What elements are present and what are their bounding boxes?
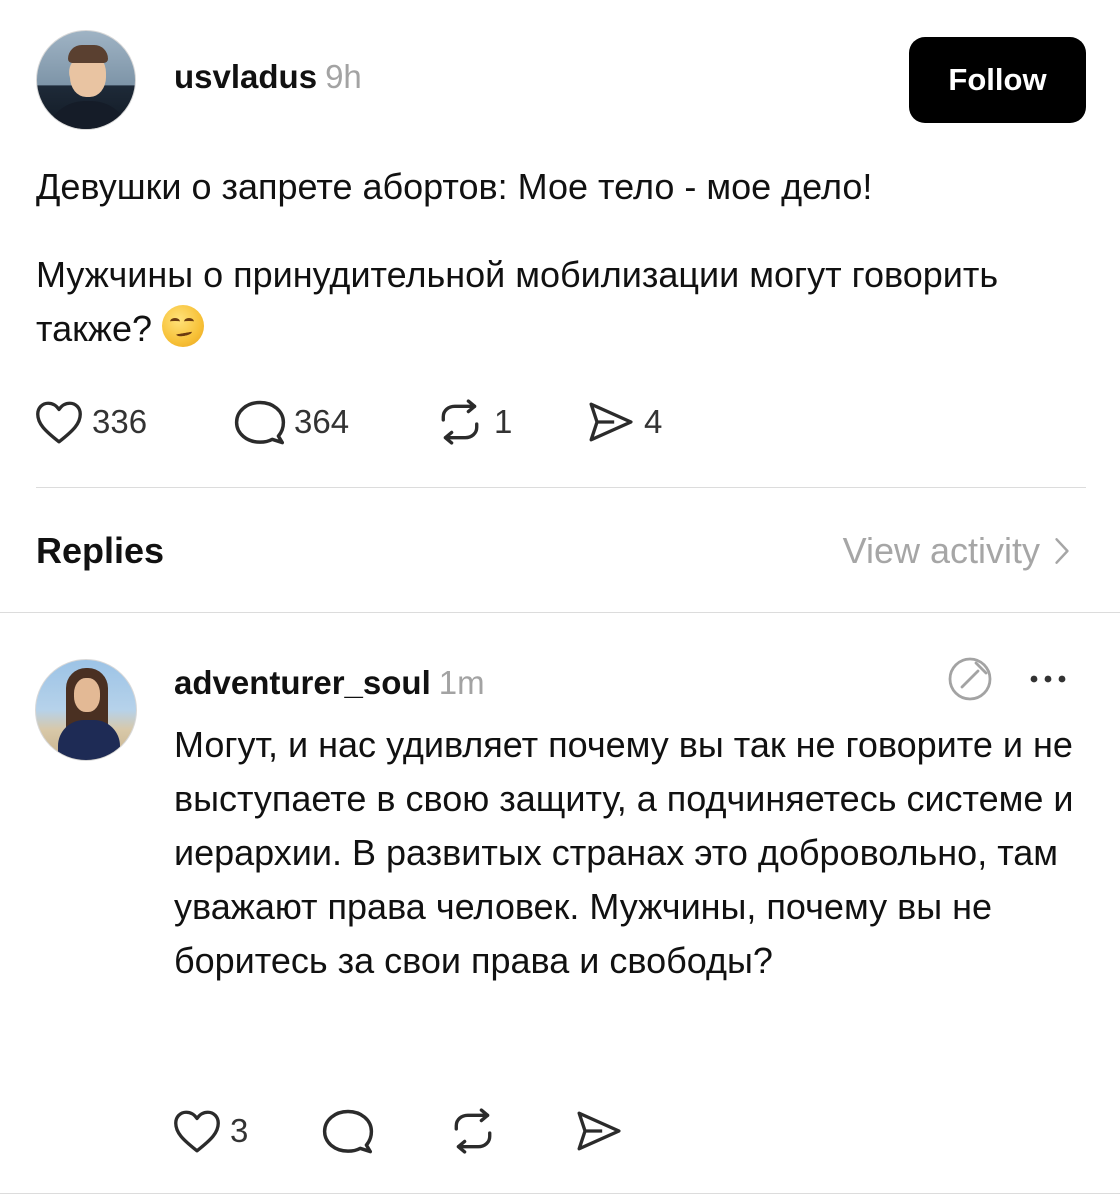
post-time: 9h — [325, 58, 362, 95]
thread-page: usvladus 9h Follow Девушки о запрете або… — [0, 0, 1120, 1200]
share-icon — [589, 402, 633, 442]
reply-username[interactable]: adventurer_soul — [174, 664, 431, 702]
follow-button[interactable]: Follow — [909, 37, 1086, 123]
repost-count: 1 — [494, 403, 513, 440]
comment-count: 364 — [294, 403, 350, 440]
view-activity-label: View activity — [842, 530, 1040, 571]
heart-icon — [36, 401, 82, 444]
reply-like-button[interactable]: 3 — [172, 1108, 322, 1154]
author-line: usvladus 9h — [174, 58, 362, 96]
avatar-body — [58, 720, 120, 760]
post-paragraph-2: Мужчины о принудительной мобилизации мог… — [36, 248, 1096, 356]
comment-icon — [234, 400, 286, 445]
more-icon[interactable] — [1028, 673, 1068, 685]
edit-icon[interactable] — [946, 655, 994, 703]
author-username[interactable]: usvladus — [174, 58, 317, 96]
avatar-face — [74, 678, 100, 712]
comment-button[interactable]: 364 — [234, 398, 434, 446]
reply-header-icons — [946, 655, 1068, 703]
reply-author-avatar[interactable] — [35, 659, 137, 761]
post-actions: 336 364 1 4 — [34, 398, 704, 446]
post-paragraph-1: Девушки о запрете абортов: Мое тело - мо… — [36, 166, 873, 207]
reply-share-button[interactable] — [572, 1108, 652, 1154]
repost-icon — [454, 1108, 492, 1154]
reply-comment-button[interactable] — [322, 1107, 447, 1155]
chevron-right-icon — [1055, 538, 1069, 564]
divider-post — [36, 487, 1086, 488]
like-count: 336 — [92, 403, 148, 440]
share-icon — [577, 1111, 621, 1151]
replies-title: Replies — [36, 530, 165, 571]
reply-author-line: adventurer_soul 1m — [174, 664, 485, 702]
view-activity-link[interactable]: View activity — [843, 530, 1070, 572]
reply-like-count: 3 — [230, 1112, 249, 1149]
divider-bottom — [0, 1193, 1120, 1194]
like-button[interactable]: 336 — [34, 399, 234, 445]
smirking-face-emoji-icon — [161, 305, 204, 347]
reply-time: 1m — [438, 664, 485, 701]
reply-repost-button[interactable] — [447, 1108, 572, 1154]
divider-replies — [0, 612, 1120, 613]
avatar-body — [45, 101, 131, 129]
heart-icon — [174, 1110, 220, 1153]
share-button[interactable]: 4 — [584, 399, 704, 445]
reply-text: Могут, и нас удивляет почему вы так не г… — [174, 724, 1074, 981]
avatar-hair — [68, 45, 108, 63]
author-avatar[interactable] — [36, 30, 136, 130]
repost-button[interactable]: 1 — [434, 399, 584, 445]
repost-icon — [441, 399, 479, 445]
share-count: 4 — [644, 403, 663, 440]
reply-actions: 3 — [172, 1107, 652, 1155]
comment-icon — [322, 1109, 374, 1154]
